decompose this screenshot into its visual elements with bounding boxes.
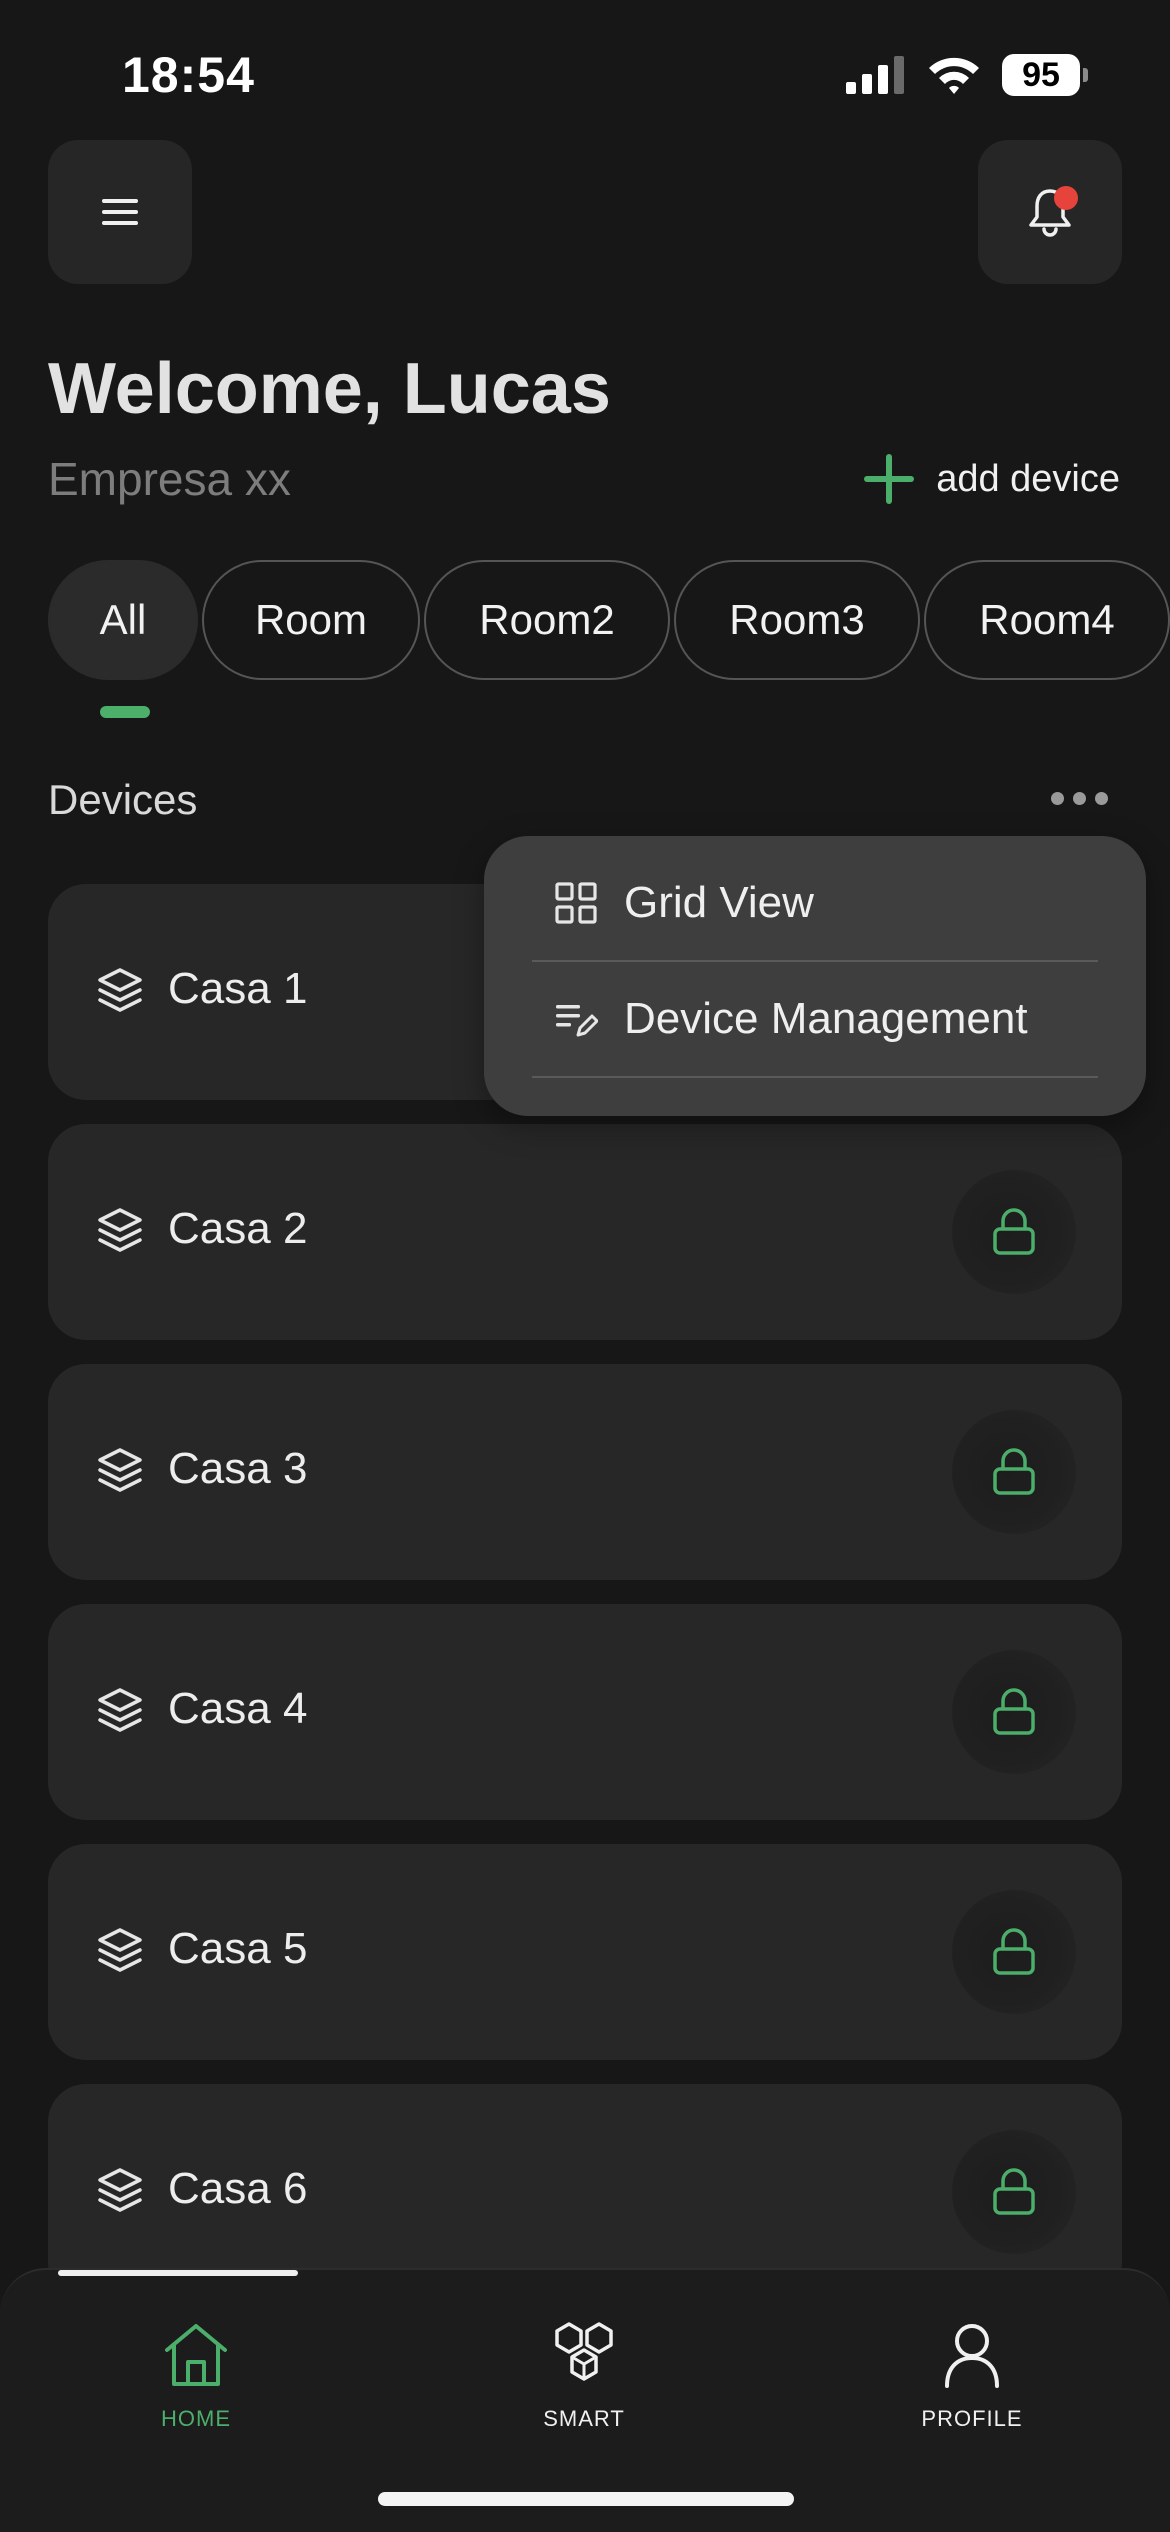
page-title: Welcome, Lucas	[48, 349, 611, 429]
battery-tip	[1083, 68, 1088, 82]
menu-item-grid-view[interactable]: Grid View	[532, 846, 1098, 962]
menu-item-label: Device Management	[624, 994, 1028, 1043]
lock-button[interactable]	[952, 1890, 1076, 2014]
layers-icon	[98, 1688, 142, 1732]
layers-icon	[98, 2168, 142, 2212]
nav-profile-label: PROFILE	[921, 2406, 1023, 2431]
status-icons: 95	[846, 54, 1088, 96]
lock-button[interactable]	[952, 1410, 1076, 1534]
signal-icon	[846, 56, 904, 94]
device-name: Casa 6	[168, 2164, 308, 2213]
wifi-icon	[929, 57, 979, 94]
device-card[interactable]: Casa 3	[48, 1364, 1122, 1580]
nav-home[interactable]: HOME	[76, 2320, 316, 2432]
hamburger-icon	[102, 199, 138, 225]
tab-room[interactable]: Room	[202, 560, 420, 680]
active-tab-indicator	[100, 706, 150, 718]
notification-badge	[1054, 186, 1078, 210]
lock-icon	[993, 2168, 1035, 2215]
nav-smart[interactable]: SMART	[464, 2320, 704, 2432]
nav-home-label: HOME	[161, 2406, 231, 2431]
layers-icon	[98, 968, 142, 1012]
device-card[interactable]: Casa 5	[48, 1844, 1122, 2060]
home-indicator	[378, 2492, 794, 2506]
tab-all[interactable]: All	[48, 560, 198, 680]
edit-list-icon	[554, 997, 598, 1041]
nav-active-indicator	[58, 2270, 298, 2276]
layers-icon	[98, 1928, 142, 1972]
more-options-icon[interactable]	[1051, 792, 1108, 805]
menu-item-label: Grid View	[624, 878, 814, 927]
smart-cubes-icon	[555, 2322, 613, 2381]
add-device-label: add device	[936, 457, 1120, 500]
lock-icon	[993, 1928, 1035, 1975]
company-name: Empresa xx	[48, 453, 291, 505]
device-name: Casa 5	[168, 1924, 308, 1973]
add-device-button[interactable]: add device	[862, 452, 1120, 506]
menu-button[interactable]	[48, 140, 192, 284]
options-popup-menu: Grid View Device Management	[484, 836, 1146, 1116]
lock-icon	[993, 1208, 1035, 1255]
battery-indicator: 95	[1002, 54, 1088, 96]
device-name: Casa 4	[168, 1684, 308, 1733]
device-card[interactable]: Casa 4	[48, 1604, 1122, 1820]
device-card[interactable]: Casa 2	[48, 1124, 1122, 1340]
layers-icon	[98, 1448, 142, 1492]
menu-item-device-management[interactable]: Device Management	[532, 962, 1098, 1078]
grid-icon	[554, 881, 598, 925]
lock-icon	[993, 1448, 1035, 1495]
device-name: Casa 1	[168, 964, 308, 1013]
lock-icon	[993, 1688, 1035, 1735]
status-time: 18:54	[122, 47, 255, 103]
home-icon	[165, 2324, 227, 2386]
app-screen: 18:54 95 Welcome, Lucas Empresa xx add d…	[0, 0, 1170, 2532]
lock-button[interactable]	[952, 2130, 1076, 2254]
room-tabs: All Room Room2 Room3 Room4	[48, 560, 1170, 680]
lock-button[interactable]	[952, 1170, 1076, 1294]
layers-icon	[98, 1208, 142, 1252]
notifications-button[interactable]	[978, 140, 1122, 284]
device-name: Casa 2	[168, 1204, 308, 1253]
device-name: Casa 3	[168, 1444, 308, 1493]
devices-section-title: Devices	[48, 776, 198, 823]
tab-room4[interactable]: Room4	[924, 560, 1170, 680]
battery-level: 95	[1002, 54, 1080, 96]
profile-icon	[945, 2324, 999, 2388]
tab-room3[interactable]: Room3	[674, 560, 920, 680]
nav-profile[interactable]: PROFILE	[852, 2320, 1092, 2432]
nav-smart-label: SMART	[543, 2406, 625, 2431]
lock-button[interactable]	[952, 1650, 1076, 1774]
plus-icon	[864, 454, 915, 504]
tab-room2[interactable]: Room2	[424, 560, 670, 680]
